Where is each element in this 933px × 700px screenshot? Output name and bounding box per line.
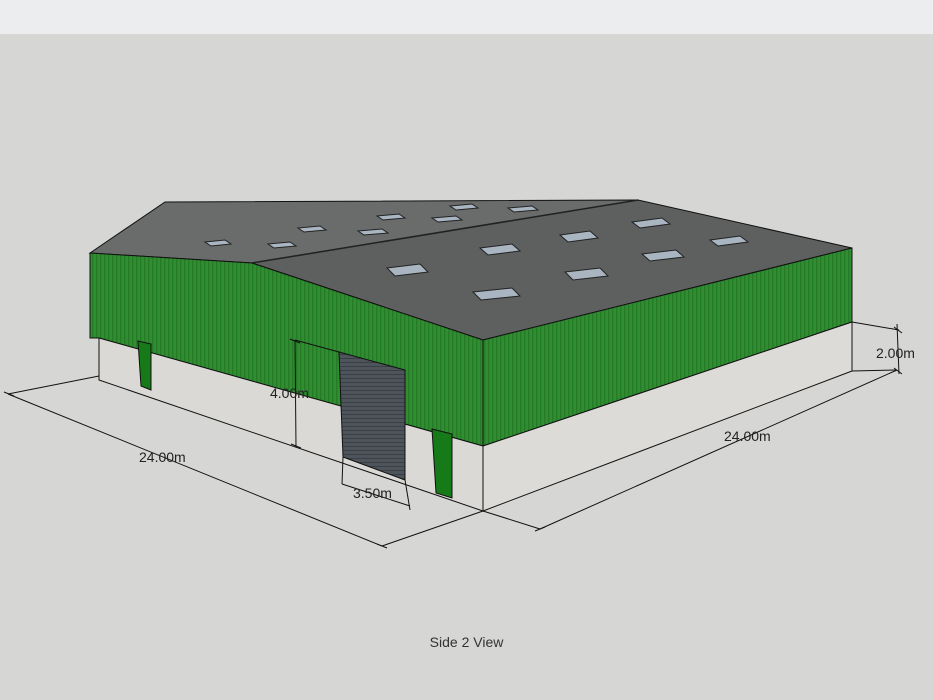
view-label: Side 2 View [429, 634, 504, 650]
dim-right-length: 24.00m [724, 428, 771, 444]
dim-door-height: 4.00m [270, 385, 309, 401]
dim-door-width: 3.50m [353, 485, 392, 501]
model-viewport[interactable]: 24.00m 24.00m 2.00m 4.00m 3.50m Side 2 V… [0, 34, 933, 700]
dim-left-length: 24.00m [139, 449, 186, 465]
dim-plinth-height: 2.00m [876, 345, 915, 361]
building-diagram: 24.00m 24.00m 2.00m 4.00m 3.50m [3, 199, 915, 549]
top-bar [0, 0, 933, 34]
